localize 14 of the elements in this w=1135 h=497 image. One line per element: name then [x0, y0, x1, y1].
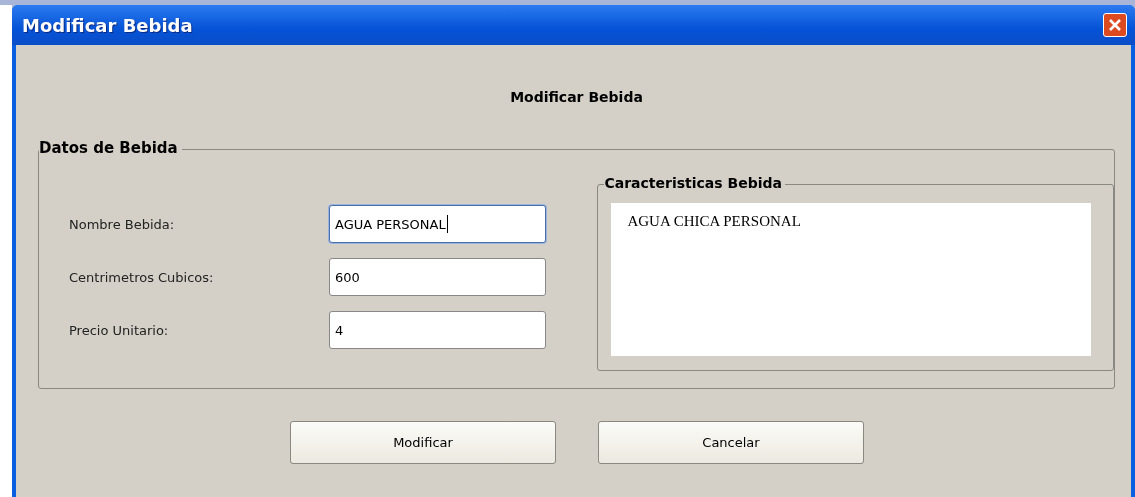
window-title: Modificar Bebida	[22, 14, 193, 36]
close-button[interactable]	[1103, 13, 1127, 37]
field-label: Nombre Bebida:	[69, 216, 176, 232]
dialog-button[interactable]: Modificar	[290, 421, 556, 464]
field-label: Precio Unitario:	[69, 322, 170, 338]
text-area[interactable]: AGUA CHICA PERSONAL	[611, 203, 1091, 356]
field-label: Centrimetros Cubicos:	[69, 269, 215, 285]
dialog-heading: Modificar Bebida	[509, 89, 644, 107]
input-field[interactable]: AGUA PERSONAL	[329, 205, 546, 243]
dialog-button[interactable]: Cancelar	[598, 421, 864, 464]
close-icon	[1108, 18, 1122, 32]
input-field[interactable]: 4	[329, 311, 546, 349]
input-field[interactable]: 600	[329, 258, 546, 296]
details-legend: Caracteristicas Bebida	[604, 175, 785, 191]
